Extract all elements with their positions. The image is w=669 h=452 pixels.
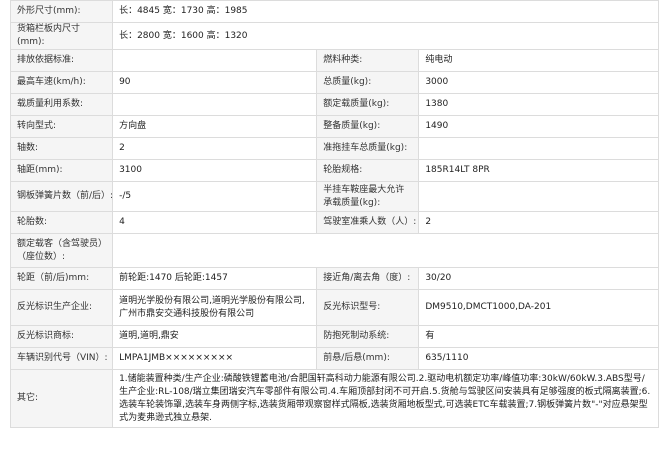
spec-value: 长：2800 宽：1600 高：1320 [112, 22, 659, 50]
spec-row: 额定载客（含驾驶员）（座位数）: [9, 233, 659, 268]
spec-label: 反光标识商标: [9, 325, 114, 348]
spec-value: 30/20 [418, 267, 659, 290]
spec-label: 货箱栏板内尺寸(mm): [9, 22, 114, 50]
spec-row: 排放依据标准: 燃料种类: 纯电动 [9, 49, 659, 72]
spec-label: 半挂车鞍座最大允许承载质量(kg): [316, 181, 420, 212]
spec-value: 1380 [418, 93, 659, 116]
spec-value [112, 49, 318, 72]
spec-label: 接近角/离去角（度）: [316, 267, 420, 290]
spec-row: 载质量利用系数: 额定载质量(kg): 1380 [9, 93, 659, 116]
spec-label: 轮胎数: [9, 211, 114, 234]
spec-value: 2 [418, 211, 659, 234]
spec-table: 外形尺寸(mm): 长：4845 宽：1730 高：1985 货箱栏板内尺寸(mm)… [9, 0, 659, 428]
spec-value: 1490 [418, 115, 659, 138]
spec-label: 前悬/后悬(mm): [316, 347, 420, 370]
spec-label: 其它: [9, 369, 114, 428]
spec-row: 货箱栏板内尺寸(mm): 长：2800 宽：1600 高：1320 [9, 22, 659, 50]
spec-value: 道明光学股份有限公司,道明光学股份有限公司,广州市鼎安交通科技股份有限公司 [112, 289, 318, 326]
spec-value: 方向盘 [112, 115, 318, 138]
spec-value: 90 [112, 71, 318, 94]
spec-value: 4 [112, 211, 318, 234]
spec-label: 驾驶室准乘人数（人）: [316, 211, 420, 234]
spec-row: 其它: 1.储能装置种类/生产企业:磷酸铁锂蓄电池/合肥国轩高科动力能源有限公司.… [9, 369, 659, 428]
spec-label: 防抱死制动系统: [316, 325, 420, 348]
spec-value: 1.储能装置种类/生产企业:磷酸铁锂蓄电池/合肥国轩高科动力能源有限公司.2.驱… [112, 369, 659, 428]
spec-row: 轴数: 2 准拖挂车总质量(kg): [9, 137, 659, 160]
spec-value [418, 137, 659, 160]
spec-row: 车辆识别代号（VIN）: LMPA1JMB××××××××× 前悬/后悬(mm): 6… [9, 347, 659, 370]
spec-label: 反光标识型号: [316, 289, 420, 326]
spec-row: 外形尺寸(mm): 长：4845 宽：1730 高：1985 [9, 0, 659, 23]
spec-label: 轮胎规格: [316, 159, 420, 182]
spec-value: 纯电动 [418, 49, 659, 72]
spec-label: 准拖挂车总质量(kg): [316, 137, 420, 160]
spec-value [112, 233, 659, 268]
spec-value: 长：4845 宽：1730 高：1985 [112, 0, 659, 23]
spec-value: 185R14LT 8PR [418, 159, 659, 182]
spec-row: 反光标识生产企业: 道明光学股份有限公司,道明光学股份有限公司,广州市鼎安交通科技… [9, 289, 659, 326]
spec-table-body: 外形尺寸(mm): 长：4845 宽：1730 高：1985 货箱栏板内尺寸(mm)… [9, 0, 659, 428]
spec-value: 前轮距:1470 后轮距:1457 [112, 267, 318, 290]
spec-value: LMPA1JMB××××××××× [112, 347, 318, 370]
spec-value [418, 181, 659, 212]
spec-label: 额定载质量(kg): [316, 93, 420, 116]
spec-label: 排放依据标准: [9, 49, 114, 72]
spec-label: 燃料种类: [316, 49, 420, 72]
spec-row: 轴距(mm): 3100 轮胎规格: 185R14LT 8PR [9, 159, 659, 182]
spec-row: 轮胎数: 4 驾驶室准乘人数（人）: 2 [9, 211, 659, 234]
spec-value: DM9510,DMCT1000,DA-201 [418, 289, 659, 326]
spec-label: 整备质量(kg): [316, 115, 420, 138]
spec-value: 635/1110 [418, 347, 659, 370]
spec-label: 反光标识生产企业: [9, 289, 114, 326]
spec-row: 转向型式: 方向盘 整备质量(kg): 1490 [9, 115, 659, 138]
spec-value: 2 [112, 137, 318, 160]
spec-label: 额定载客（含驾驶员）（座位数）: [9, 233, 114, 268]
spec-value [112, 93, 318, 116]
spec-label: 转向型式: [9, 115, 114, 138]
spec-row: 钢板弹簧片数（前/后）: -/5 半挂车鞍座最大允许承载质量(kg): [9, 181, 659, 212]
spec-row: 最高车速(km/h): 90 总质量(kg): 3000 [9, 71, 659, 94]
spec-value: 道明,道明,鼎安 [112, 325, 318, 348]
spec-label: 总质量(kg): [316, 71, 420, 94]
spec-value: 有 [418, 325, 659, 348]
spec-value: 3100 [112, 159, 318, 182]
spec-label: 轴数: [9, 137, 114, 160]
spec-value: 3000 [418, 71, 659, 94]
spec-row: 轮距（前/后)mm: 前轮距:1470 后轮距:1457 接近角/离去角（度）: 30… [9, 267, 659, 290]
spec-label: 最高车速(km/h): [9, 71, 114, 94]
spec-label: 钢板弹簧片数（前/后）: [9, 181, 114, 212]
spec-label: 外形尺寸(mm): [9, 0, 114, 23]
spec-label: 轮距（前/后)mm: [9, 267, 114, 290]
spec-label: 轴距(mm): [9, 159, 114, 182]
spec-label: 车辆识别代号（VIN）: [9, 347, 114, 370]
spec-label: 载质量利用系数: [9, 93, 114, 116]
spec-value: -/5 [112, 181, 318, 212]
spec-row: 反光标识商标: 道明,道明,鼎安 防抱死制动系统: 有 [9, 325, 659, 348]
